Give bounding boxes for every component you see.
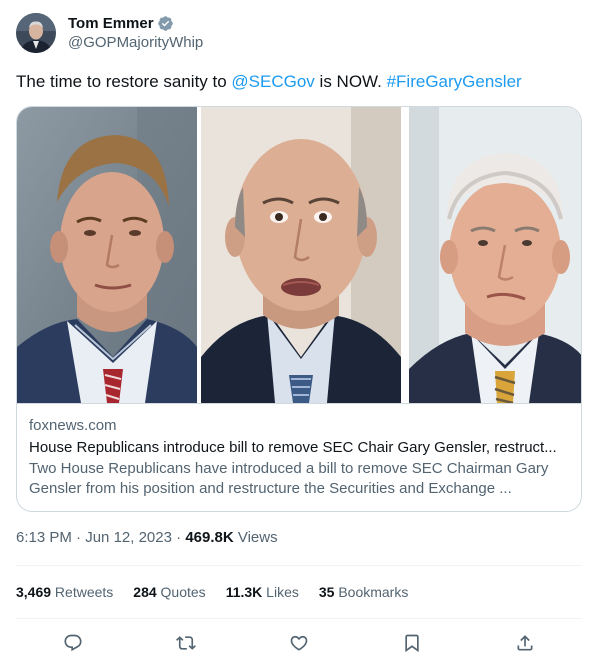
- card-title: House Republicans introduce bill to remo…: [29, 439, 557, 456]
- meta-separator: ·: [171, 529, 186, 546]
- share-button[interactable]: [514, 632, 536, 654]
- card-info[interactable]: foxnews.com House Republicans introduce …: [17, 403, 581, 511]
- bookmarks-label: Bookmarks: [334, 584, 409, 600]
- likes-count: 11.3K: [225, 584, 263, 600]
- bookmarks-stat[interactable]: 35 Bookmarks: [319, 582, 409, 602]
- retweets-count: 3,469: [16, 584, 52, 600]
- likes-stat[interactable]: 11.3K Likes: [226, 582, 299, 602]
- card-image[interactable]: [17, 107, 581, 403]
- portrait-middle: [201, 107, 401, 403]
- bookmark-button[interactable]: [401, 632, 423, 654]
- divider: [16, 565, 582, 566]
- portrait-left: [17, 107, 197, 403]
- retweet-button[interactable]: [175, 632, 197, 654]
- meta-separator: ·: [71, 529, 86, 546]
- divider: [16, 618, 582, 619]
- retweets-stat[interactable]: 3,469 Retweets: [16, 582, 113, 602]
- tweet-text-middle: is NOW.: [314, 72, 387, 91]
- reply-button[interactable]: [62, 632, 84, 654]
- portrait-right: [409, 107, 581, 403]
- tweet-meta: 6:13 PM · Jun 12, 2023 · 469.8K Views: [16, 528, 278, 548]
- hashtag-link[interactable]: #FireGaryGensler: [387, 72, 522, 91]
- retweet-icon: [176, 636, 196, 650]
- card-domain: foxnews.com: [29, 417, 117, 434]
- avatar[interactable]: [16, 13, 56, 53]
- tweet-time[interactable]: 6:13 PM: [16, 529, 72, 546]
- likes-label: Likes: [262, 584, 299, 600]
- tweet-stats: 3,469 Retweets 284 Quotes 11.3K Likes 35…: [16, 582, 428, 602]
- share-icon: [517, 635, 533, 651]
- tweet: Tom Emmer @GOPMajorityWhip The time to r…: [0, 0, 598, 666]
- reply-icon: [64, 634, 82, 652]
- author-handle[interactable]: @GOPMajorityWhip: [68, 33, 203, 53]
- like-icon: [290, 635, 308, 651]
- link-card[interactable]: foxnews.com House Republicans introduce …: [16, 106, 582, 512]
- verified-badge-icon: [157, 15, 174, 32]
- tweet-text-start: The time to restore sanity to: [16, 72, 232, 91]
- quotes-label: Quotes: [156, 584, 206, 600]
- card-description: Two House Republicans have introduced a …: [29, 460, 549, 497]
- tweet-header: Tom Emmer @GOPMajorityWhip: [16, 12, 203, 54]
- mention-link[interactable]: @SECGov: [231, 72, 314, 91]
- bookmarks-count: 35: [318, 584, 335, 600]
- quotes-count: 284: [133, 584, 157, 600]
- like-button[interactable]: [288, 632, 310, 654]
- quotes-stat[interactable]: 284 Quotes: [133, 582, 205, 602]
- views-label: Views: [233, 529, 278, 546]
- display-name[interactable]: Tom Emmer: [68, 14, 154, 33]
- views-count: 469.8K: [185, 529, 234, 546]
- tweet-date[interactable]: Jun 12, 2023: [85, 529, 172, 546]
- author-names: Tom Emmer @GOPMajorityWhip: [68, 14, 203, 53]
- bookmark-icon: [405, 634, 419, 653]
- tweet-text: The time to restore sanity to @SECGov is…: [16, 70, 522, 94]
- action-bar: [16, 624, 582, 662]
- name-row: Tom Emmer: [68, 14, 203, 33]
- retweets-label: Retweets: [51, 584, 114, 600]
